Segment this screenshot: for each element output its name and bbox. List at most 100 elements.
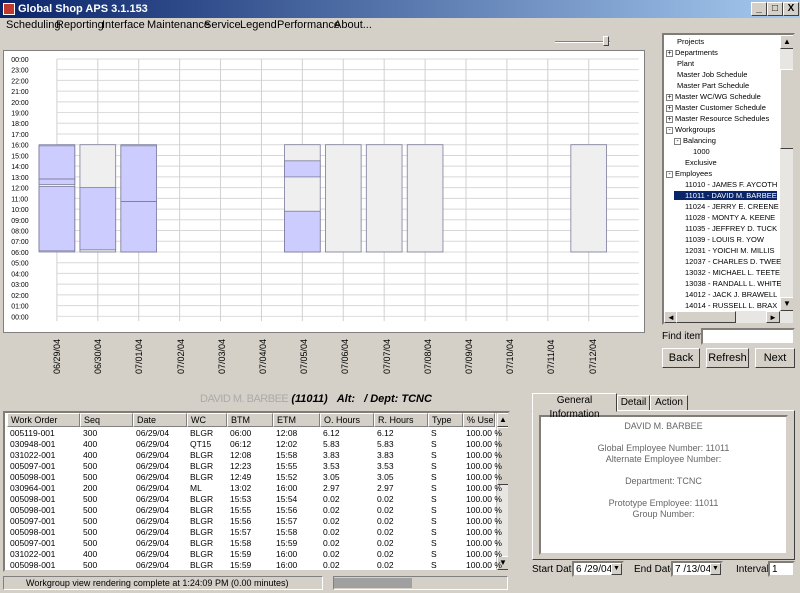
table-row[interactable]: 031022-001 400 06/29/04 BLGR 15:59 16:00 0.02 0…: [5, 549, 508, 560]
tree-item[interactable]: Master Job Schedule: [666, 70, 747, 79]
find-item-input[interactable]: [701, 328, 795, 345]
tree-horizontal-scrollbar[interactable]: ◄ ►: [664, 311, 780, 323]
table-row[interactable]: 030948-001 400 06/29/04 QT15 06:12 12:02 5.83 5…: [5, 439, 508, 450]
next-button[interactable]: Next: [755, 348, 795, 368]
column-header[interactable]: Date: [133, 413, 187, 427]
expand-icon[interactable]: +: [666, 93, 673, 101]
menu-reporting[interactable]: Reporting: [56, 19, 104, 31]
table-row[interactable]: 005098-001 500 06/29/04 BLGR 15:55 15:56 0.02 0…: [5, 505, 508, 516]
day-block[interactable]: [406, 144, 444, 253]
tab-general-information[interactable]: General Information: [532, 393, 617, 420]
expand-icon[interactable]: +: [666, 115, 673, 123]
menu-maintenance[interactable]: Maintenance: [147, 19, 210, 31]
tree-item[interactable]: 14014 - RUSSELL L. BRAX: [674, 301, 777, 310]
tree-item[interactable]: - Balancing: [674, 136, 716, 145]
table-row[interactable]: 005097-001 500 06/29/04 BLGR 15:56 15:57 0.02 0…: [5, 516, 508, 527]
back-button[interactable]: Back: [662, 348, 700, 368]
scroll-up-arrow-icon[interactable]: ▲: [780, 35, 793, 49]
table-row[interactable]: 005097-001 500 06/29/04 BLGR 15:58 15:59 0.02 0…: [5, 538, 508, 549]
tree-item[interactable]: 11024 - JERRY E. CREENE: [674, 202, 779, 211]
zoom-slider[interactable]: [555, 36, 610, 46]
resource-tree[interactable]: ▲ ▼ ◄ ► Projects + Departments Plant Master …: [662, 33, 795, 325]
collapse-icon[interactable]: -: [674, 137, 681, 145]
tree-item[interactable]: 11039 - LOUIS R. YOW: [674, 235, 764, 244]
day-block[interactable]: [570, 144, 607, 253]
column-header[interactable]: Work Order: [7, 413, 80, 427]
maximize-button[interactable]: □: [767, 2, 783, 16]
hscroll-thumb[interactable]: [676, 311, 736, 323]
tree-item[interactable]: Projects: [666, 37, 704, 46]
day-block[interactable]: [324, 144, 362, 253]
menu-performance[interactable]: Performance: [277, 19, 340, 31]
close-button[interactable]: X: [783, 2, 799, 16]
menu-interface[interactable]: Interface: [102, 19, 145, 31]
column-header[interactable]: O. Hours: [320, 413, 374, 427]
work-order-bar[interactable]: [38, 145, 76, 180]
menu-legend[interactable]: Legend: [240, 19, 277, 31]
table-row[interactable]: 031022-001 400 06/29/04 BLGR 12:08 15:58 3.83 3…: [5, 450, 508, 461]
tree-item[interactable]: 11035 - JEFFREY D. TUCK: [674, 224, 777, 233]
table-row[interactable]: 005098-001 500 06/29/04 BLGR 15:53 15:54 0.02 0…: [5, 494, 508, 505]
tree-item[interactable]: 11010 - JAMES F. AYCOTH: [674, 180, 777, 189]
tree-item[interactable]: - Employees: [666, 169, 712, 178]
tab-action[interactable]: Action: [650, 395, 688, 411]
interval-input[interactable]: 1: [768, 561, 795, 577]
table-row[interactable]: 005119-001 300 06/29/04 BLGR 06:00 12:08 6.12 6…: [5, 428, 508, 439]
work-order-bar[interactable]: [284, 210, 321, 253]
tree-item[interactable]: 12031 - YOICHI M. MILLIS: [674, 246, 774, 255]
scroll-thumb[interactable]: [780, 69, 793, 149]
expand-icon[interactable]: +: [666, 104, 673, 112]
tree-item[interactable]: 11028 - MONTY A. KEENE: [674, 213, 775, 222]
menu-service[interactable]: Service: [204, 19, 241, 31]
table-row[interactable]: 005098-001 500 06/29/04 BLGR 12:49 15:52 3.05 3…: [5, 472, 508, 483]
work-order-bar[interactable]: [284, 160, 321, 178]
table-row[interactable]: 030964-001 200 06/29/04 ML 13:02 16:00 2.97 2.9…: [5, 483, 508, 494]
work-order-bar[interactable]: [120, 145, 157, 202]
tab-detail[interactable]: Detail: [617, 395, 650, 411]
column-header[interactable]: % Use: [463, 413, 495, 427]
tree-item[interactable]: 14012 - JACK J. BRAWELL: [674, 290, 777, 299]
tree-item[interactable]: + Master WC/WG Schedule: [666, 92, 761, 101]
column-header[interactable]: Type: [428, 413, 463, 427]
collapse-icon[interactable]: -: [666, 170, 673, 178]
refresh-button[interactable]: Refresh: [706, 348, 749, 368]
menu-about[interactable]: About...: [334, 19, 372, 31]
start-date-picker[interactable]: 6 /29/04 ▼: [572, 561, 624, 577]
tree-item-selected[interactable]: 11011 - DAVID M. BARBEE: [674, 191, 777, 200]
menu-scheduling[interactable]: Scheduling: [6, 19, 60, 31]
tree-item[interactable]: + Departments: [666, 48, 718, 57]
tree-item[interactable]: 13038 - RANDALL L. WHITE: [674, 279, 781, 288]
minimize-button[interactable]: _: [751, 2, 767, 16]
tree-vertical-scrollbar[interactable]: ▲ ▼: [780, 35, 793, 323]
tree-item[interactable]: 1000: [682, 147, 710, 156]
table-row[interactable]: 005098-001 500 06/29/04 BLGR 15:57 15:58 0.02 0…: [5, 527, 508, 538]
tree-item[interactable]: 13032 - MICHAEL L. TEETE: [674, 268, 780, 277]
work-order-bar[interactable]: [38, 178, 76, 185]
column-header[interactable]: Seq: [80, 413, 133, 427]
gantt-chart[interactable]: 00:00 23:00 22:00 21:00 20:00 19:00 18:00 17:00…: [3, 50, 645, 333]
tree-item[interactable]: Exclusive: [674, 158, 717, 167]
table-row[interactable]: 005098-001 500 06/29/04 BLGR 15:59 16:00 0.02 0…: [5, 560, 508, 570]
work-order-bar[interactable]: [79, 187, 117, 251]
tree-item[interactable]: + Master Resource Schedules: [666, 114, 769, 123]
day-block[interactable]: [365, 144, 403, 253]
collapse-icon[interactable]: -: [666, 126, 673, 134]
start-date-dropdown-icon[interactable]: ▼: [611, 563, 622, 575]
work-order-bar[interactable]: [120, 201, 157, 253]
end-date-dropdown-icon[interactable]: ▼: [710, 563, 721, 575]
column-header[interactable]: ETM: [273, 413, 320, 427]
tree-item[interactable]: 12037 - CHARLES D. TWEE: [674, 257, 781, 266]
column-header[interactable]: WC: [187, 413, 227, 427]
tree-item[interactable]: Master Part Schedule: [666, 81, 749, 90]
column-header[interactable]: BTM: [227, 413, 273, 427]
slider-thumb[interactable]: [603, 36, 609, 46]
work-order-table[interactable]: Work Order Seq Date WC BTM ETM O. Hours R. Hour…: [3, 411, 510, 572]
work-order-bar[interactable]: [38, 186, 76, 252]
column-header[interactable]: R. Hours: [374, 413, 428, 427]
scroll-right-arrow-icon[interactable]: ►: [766, 311, 780, 323]
tree-item[interactable]: + Master Customer Schedule: [666, 103, 766, 112]
expand-icon[interactable]: +: [666, 49, 673, 57]
table-scroll-up-icon[interactable]: ▲: [497, 413, 508, 427]
end-date-picker[interactable]: 7 /13/04 ▼: [671, 561, 723, 577]
table-row[interactable]: 005097-001 500 06/29/04 BLGR 12:23 15:55 3.53 3…: [5, 461, 508, 472]
